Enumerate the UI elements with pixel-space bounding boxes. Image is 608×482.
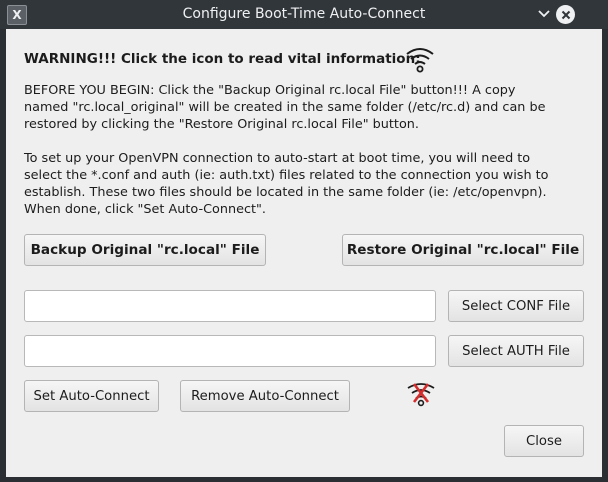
close-button[interactable]: Close [504, 425, 584, 457]
auth-file-path-field[interactable] [24, 335, 436, 367]
instruction-line: select the *.conf and auth (ie: auth.txt… [24, 168, 549, 183]
select-conf-file-button[interactable]: Select CONF File [448, 290, 584, 322]
chevron-down-icon[interactable] [536, 4, 552, 24]
backup-rc-local-button[interactable]: Backup Original "rc.local" File [24, 234, 266, 266]
instruction-line: When done, click "Set Auto-Connect". [24, 202, 266, 217]
title-bar: X Configure Boot-Time Auto-Connect [0, 0, 608, 29]
instruction-line: named "rc.local_original" will be create… [24, 100, 546, 115]
warning-text: WARNING!!! Click the icon to read vital … [24, 51, 421, 67]
backup-instructions: BEFORE YOU BEGIN: Click the "Backup Orig… [24, 82, 589, 133]
dialog-body: WARNING!!! Click the icon to read vital … [6, 29, 602, 477]
set-auto-connect-button[interactable]: Set Auto-Connect [24, 380, 159, 412]
instruction-line: establish. These two files should be loc… [24, 185, 547, 200]
select-auth-file-button[interactable]: Select AUTH File [448, 335, 584, 367]
remove-auto-connect-button[interactable]: Remove Auto-Connect [180, 380, 350, 412]
restore-rc-local-button[interactable]: Restore Original "rc.local" File [342, 234, 584, 266]
wifi-signal-icon[interactable] [405, 44, 435, 78]
close-icon[interactable] [556, 5, 575, 24]
wifi-disconnected-icon [405, 381, 437, 413]
setup-instructions: To set up your OpenVPN connection to aut… [24, 150, 589, 218]
window-title: Configure Boot-Time Auto-Connect [182, 6, 426, 22]
instruction-line: To set up your OpenVPN connection to aut… [24, 151, 531, 166]
conf-file-path-field[interactable] [24, 290, 436, 322]
instruction-line: restored by clicking the "Restore Origin… [24, 117, 419, 132]
instruction-line: BEFORE YOU BEGIN: Click the "Backup Orig… [24, 83, 516, 98]
